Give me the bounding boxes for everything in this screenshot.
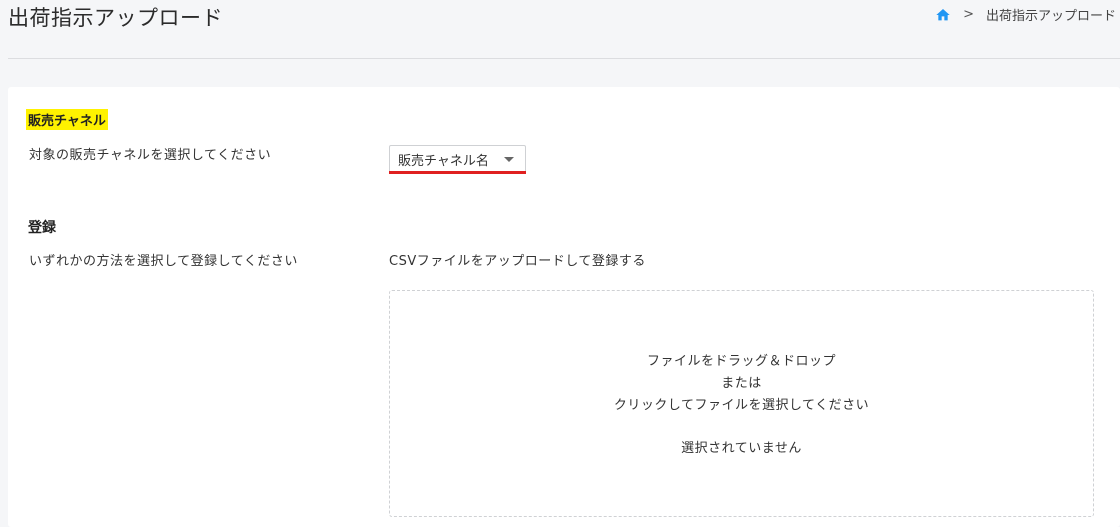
file-dropzone[interactable]: ファイルをドラッグ＆ドロップ または クリックしてファイルを選択してください 選… [389, 290, 1094, 517]
register-instruction: いずれかの方法を選択して登録してください [29, 254, 298, 269]
csv-upload-method-label: CSVファイルをアップロードして登録する [389, 254, 646, 269]
upload-card: 販売チャネル 対象の販売チャネルを選択してください 販売チャネル名 登録 いずれ… [8, 87, 1120, 527]
breadcrumb-current: 出荷指示アップロード [985, 9, 1116, 24]
select-highlight-underline [389, 171, 526, 174]
breadcrumb-separator: > [963, 7, 974, 22]
dropzone-or-text: または [721, 376, 762, 391]
dropzone-status-text: 選択されていません [681, 441, 802, 456]
register-section-title: 登録 [28, 220, 56, 236]
header-divider [8, 58, 1120, 59]
home-icon[interactable] [935, 7, 951, 23]
sales-channel-section-title: 販売チャネル [26, 109, 108, 130]
chevron-down-icon [504, 157, 514, 162]
dropzone-drag-text: ファイルをドラッグ＆ドロップ [646, 354, 836, 369]
sales-channel-instruction: 対象の販売チャネルを選択してください [29, 148, 272, 163]
sales-channel-select[interactable]: 販売チャネル名 [389, 145, 526, 173]
page-title: 出荷指示アップロード [8, 6, 223, 30]
page-header: 出荷指示アップロード > 出荷指示アップロード [0, 0, 1120, 58]
sales-channel-select-value: 販売チャネル名 [398, 153, 489, 169]
dropzone-click-text: クリックしてファイルを選択してください [613, 398, 870, 413]
breadcrumb: > 出荷指示アップロード [935, 5, 1116, 24]
